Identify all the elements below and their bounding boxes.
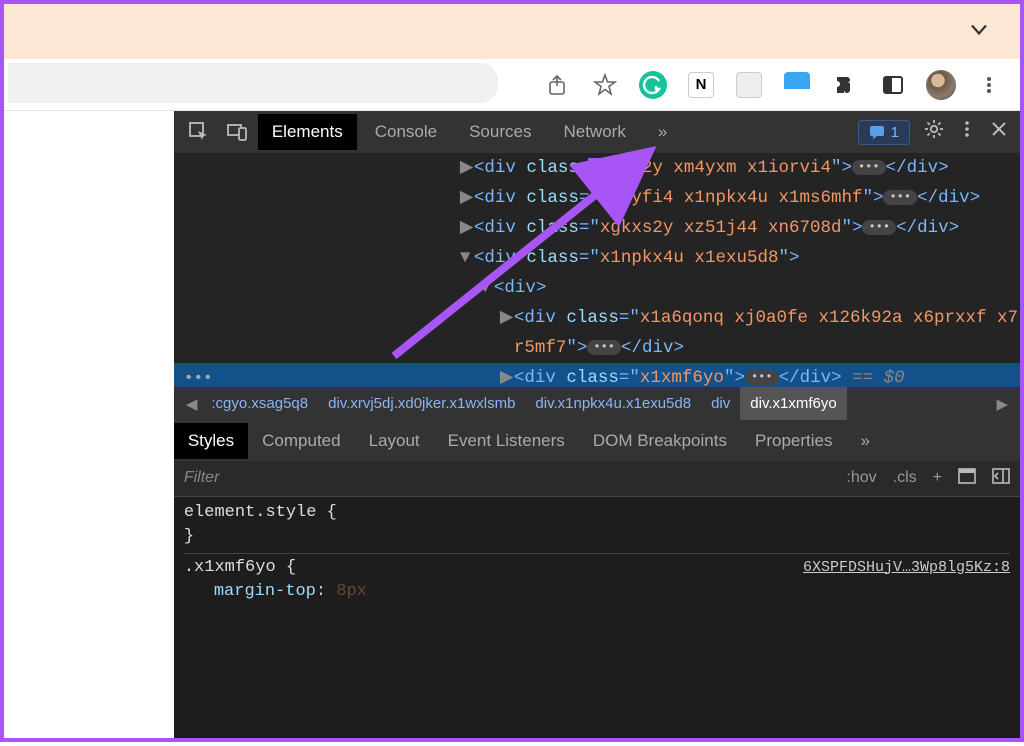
tab-console[interactable]: Console	[361, 114, 451, 150]
dom-node[interactable]: ▼<div>	[174, 273, 1020, 303]
page-content-pane	[4, 111, 174, 738]
expand-arrow-icon[interactable]: ▶	[500, 365, 510, 387]
toggle-device-icon[interactable]	[220, 121, 254, 143]
notion-extension-icon[interactable]: N	[686, 70, 716, 100]
grammarly-extension-icon[interactable]	[638, 70, 668, 100]
tab-network[interactable]: Network	[549, 114, 639, 150]
ellipsis-badge[interactable]: •••	[587, 340, 621, 355]
styles-tabs-overflow[interactable]: »	[846, 423, 883, 459]
tab-properties[interactable]: Properties	[741, 423, 846, 459]
styles-filter-input[interactable]: Filter	[184, 469, 831, 487]
gear-icon[interactable]	[924, 119, 944, 145]
ellipsis-badge[interactable]: •••	[883, 190, 917, 205]
dom-node[interactable]: ▼<div class="x1npkx4u x1exu5d8">	[174, 243, 1020, 273]
ellipsis-badge[interactable]: •••	[852, 160, 886, 175]
ellipsis-badge[interactable]: •••	[862, 220, 896, 235]
tab-styles[interactable]: Styles	[174, 423, 248, 459]
tab-layout[interactable]: Layout	[355, 423, 434, 459]
collapse-arrow-icon[interactable]: ▼	[480, 275, 490, 301]
devtools-tab-bar: Elements Console Sources Network » 1	[174, 111, 1020, 153]
hov-toggle[interactable]: :hov	[846, 469, 876, 487]
dom-node[interactable]: ▶<div class="gkxs2y xm4yxm x1iorvi4">•••…	[174, 153, 1020, 183]
profile-avatar[interactable]	[926, 70, 956, 100]
issue-count: 1	[891, 124, 899, 141]
tab-dom-breakpoints[interactable]: DOM Breakpoints	[579, 423, 741, 459]
breadcrumb-item[interactable]: div	[701, 395, 740, 412]
star-icon[interactable]	[590, 70, 620, 100]
dom-node-selected[interactable]: ••• ▶<div class="x1xmf6yo">•••</div> == …	[174, 363, 1020, 387]
expand-arrow-icon[interactable]: ▶	[500, 305, 510, 331]
tabs-overflow[interactable]: »	[644, 114, 681, 150]
selected-marker: == $0	[852, 368, 905, 387]
elements-tree[interactable]: ▶<div class="gkxs2y xm4yxm x1iorvi4">•••…	[174, 153, 1020, 387]
expand-arrow-icon[interactable]: ▶	[460, 215, 470, 241]
breadcrumb-item[interactable]: div.xrvj5dj.xd0jker.x1wxlsmb	[318, 395, 525, 412]
expand-arrow-icon[interactable]: ▶	[460, 155, 470, 181]
extension-icon[interactable]	[734, 70, 764, 100]
breadcrumb-item-active[interactable]: div.x1xmf6yo	[740, 387, 846, 420]
tab-elements[interactable]: Elements	[258, 114, 357, 150]
breadcrumb-item[interactable]: div.x1npkx4u.x1exu5d8	[525, 395, 701, 412]
styles-toolbar: Filter :hov .cls +	[174, 461, 1020, 497]
devtools-panel: Elements Console Sources Network » 1	[174, 111, 1020, 738]
style-source-link[interactable]: 6XSPFDSHujV…3Wp8lg5Kz:8	[803, 556, 1010, 580]
tab-event-listeners[interactable]: Event Listeners	[434, 423, 579, 459]
breadcrumb-bar: ◀ :cgyo.xsag5q8 div.xrvj5dj.xd0jker.x1wx…	[174, 387, 1020, 421]
close-icon[interactable]	[990, 120, 1008, 144]
share-icon[interactable]	[542, 70, 572, 100]
notification-bar	[4, 4, 1020, 59]
breadcrumb-scroll-right-icon[interactable]: ▶	[992, 395, 1012, 413]
tab-sources[interactable]: Sources	[455, 114, 545, 150]
cls-toggle[interactable]: .cls	[893, 469, 917, 487]
browser-menu-icon[interactable]	[974, 70, 1004, 100]
issues-badge[interactable]: 1	[858, 120, 910, 145]
inspect-icon[interactable]	[182, 121, 216, 143]
dom-node[interactable]: ▶<div class="x1a6qonq xj0a0fe x126k92a x…	[174, 303, 1020, 333]
collapse-arrow-icon[interactable]: ▼	[460, 245, 470, 271]
extension-blue-icon[interactable]	[782, 70, 812, 100]
toggle-sidebar-icon[interactable]	[992, 468, 1010, 489]
breadcrumb-item[interactable]: :cgyo.xsag5q8	[201, 395, 318, 412]
dom-node[interactable]: ▶<div class="xgkxs2y xz51j44 xn6708d">••…	[174, 213, 1020, 243]
address-bar-stub	[8, 63, 498, 103]
style-rule[interactable]: 6XSPFDSHujV…3Wp8lg5Kz:8 .x1xmf6yo { marg…	[184, 553, 1010, 604]
computed-styles-icon[interactable]	[958, 468, 976, 489]
styles-tab-bar: Styles Computed Layout Event Listeners D…	[174, 421, 1020, 461]
styles-rules[interactable]: element.style { } 6XSPFDSHujV…3Wp8lg5Kz:…	[174, 497, 1020, 739]
tab-computed[interactable]: Computed	[248, 423, 354, 459]
style-rule[interactable]: element.style { }	[184, 501, 1010, 549]
more-actions-icon[interactable]: •••	[184, 365, 213, 387]
side-panel-icon[interactable]	[878, 70, 908, 100]
dom-node-wrap: r5mf7">•••</div>	[174, 333, 1020, 363]
new-style-button[interactable]: +	[933, 469, 942, 487]
breadcrumb-scroll-left-icon[interactable]: ◀	[182, 395, 202, 413]
expand-arrow-icon[interactable]: ▶	[460, 185, 470, 211]
ellipsis-badge[interactable]: •••	[745, 370, 779, 385]
chevron-down-icon[interactable]	[970, 20, 988, 43]
extensions-puzzle-icon[interactable]	[830, 70, 860, 100]
devtools-menu-icon[interactable]	[958, 120, 976, 144]
dom-node[interactable]: ▶<div class="xpvyfi4 x1npkx4u x1ms6mhf">…	[174, 183, 1020, 213]
